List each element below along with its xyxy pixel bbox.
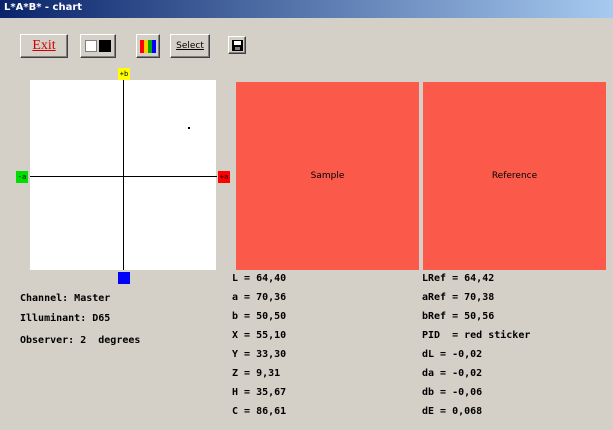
color-stripe-blue: [152, 40, 156, 53]
sample-value-c: C = 86,61: [232, 406, 287, 417]
delta-a-value: da = -0,02: [422, 368, 483, 379]
sample-swatch-label: Sample: [310, 171, 345, 181]
reference-value-b: bRef = 50,56: [422, 311, 495, 322]
exit-button-label: Exit: [32, 38, 56, 53]
minus-b-marker: [118, 272, 130, 284]
sample-value-h: H = 35,67: [232, 387, 287, 398]
sample-value-l: L = 64,40: [232, 273, 287, 284]
reference-swatch-label: Reference: [491, 171, 538, 181]
reference-swatch: Reference: [423, 82, 606, 270]
delta-l-value: dL = -0,02: [422, 349, 483, 360]
title-bar[interactable]: L*A*B* - chart: [0, 0, 613, 18]
sample-value-z: Z = 9,31: [232, 368, 281, 379]
select-button[interactable]: Select: [170, 34, 210, 58]
channel-label: Channel: Master: [20, 293, 111, 304]
sample-swatch: Sample: [236, 82, 419, 270]
reference-value-l: LRef = 64,42: [422, 273, 495, 284]
minus-a-marker: -a: [16, 171, 28, 183]
black-square-icon: [99, 40, 111, 52]
floppy-disk-icon: [232, 40, 243, 51]
sample-value-x: X = 55,10: [232, 330, 287, 341]
reference-value-pid: PID = red sticker: [422, 330, 531, 341]
window-title: L*A*B* - chart: [4, 2, 83, 13]
floppy-disk-slot: [235, 47, 240, 50]
delta-b-value: db = -0,06: [422, 387, 483, 398]
sample-value-b: b = 50,50: [232, 311, 287, 322]
floppy-disk-label: [234, 41, 241, 45]
plus-b-marker: +b: [118, 68, 130, 80]
illuminant-label: Illuminant: D65: [20, 313, 111, 324]
black-white-toggle-button[interactable]: [80, 34, 116, 58]
save-button[interactable]: [228, 36, 246, 54]
reference-value-a: aRef = 70,38: [422, 292, 495, 303]
lab-chart-window: L*A*B* - chart Exit Select +b -a +a Samp…: [0, 0, 613, 430]
plus-a-marker: +a: [218, 171, 230, 183]
sample-value-y: Y = 33,30: [232, 349, 287, 360]
delta-e-value: dE = 0,068: [422, 406, 483, 417]
a-axis-line: [30, 176, 217, 177]
exit-button[interactable]: Exit: [20, 34, 68, 58]
observer-label: Observer: 2 degrees: [20, 335, 141, 346]
color-bars-button[interactable]: [136, 34, 160, 58]
sample-value-a: a = 70,36: [232, 292, 287, 303]
b-axis-line: [123, 78, 124, 270]
sample-point: [188, 127, 190, 129]
white-square-icon: [85, 40, 97, 52]
select-button-label: Select: [176, 41, 204, 51]
